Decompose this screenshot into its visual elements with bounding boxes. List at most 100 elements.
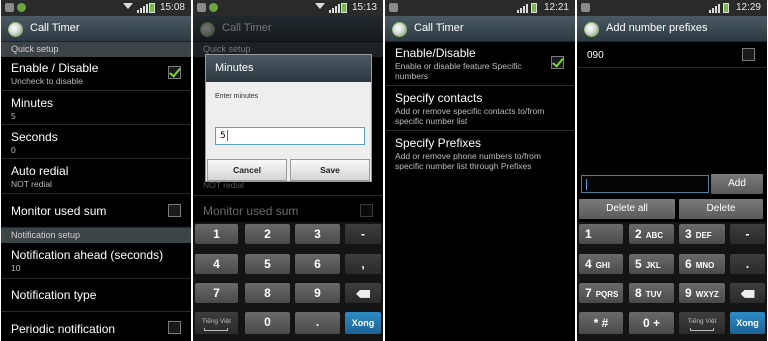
key-5[interactable]: 5 JKL <box>629 254 674 274</box>
battery-icon <box>723 3 729 13</box>
status-bar: 12:21 <box>385 0 575 16</box>
call-timer-app-icon <box>392 22 407 37</box>
key-2[interactable]: 2 <box>245 224 290 244</box>
key-digit: 7 <box>585 286 592 300</box>
call-timer-app-icon <box>200 22 215 37</box>
add-button[interactable]: Add <box>711 174 763 194</box>
dialog-title: Minutes <box>206 55 371 82</box>
key-0-plus[interactable]: 0 + <box>629 312 674 334</box>
key-digit: 6 <box>685 257 692 271</box>
setting-monitor-used-sum[interactable]: Monitor used sum <box>1 194 191 228</box>
battery-icon <box>531 3 537 13</box>
status-bar: 15:13 <box>193 0 383 16</box>
key-minus[interactable]: - <box>345 224 381 244</box>
key-0[interactable]: 0 <box>245 312 290 334</box>
setting-value: 0 <box>11 145 16 155</box>
app-title: Call Timer <box>414 22 464 34</box>
setting-enable-disable[interactable]: Enable/Disable Enable or disable feature… <box>385 42 575 86</box>
key-6[interactable]: 6 <box>295 254 340 274</box>
setting-notification-type[interactable]: Notification type <box>1 279 191 312</box>
status-bar: 15:08 <box>1 0 191 16</box>
setting-minutes[interactable]: Minutes 5 <box>1 91 191 125</box>
clock: 15:08 <box>159 2 185 13</box>
key-4[interactable]: 4 GHI <box>579 254 623 274</box>
done-key[interactable]: Xong <box>345 312 381 334</box>
key-comma[interactable]: , <box>345 254 381 274</box>
key-2[interactable]: 2 ABC <box>629 224 674 244</box>
key-3[interactable]: 3 DEF <box>679 224 725 244</box>
backspace-key[interactable] <box>730 283 765 303</box>
key-star-hash[interactable]: * # <box>579 312 623 334</box>
minutes-dialog-screen: 15:13 Call Timer Quick setup NOT redial … <box>193 0 383 341</box>
minutes-input[interactable]: 5 <box>215 127 365 145</box>
setting-notification-ahead[interactable]: Notification ahead (seconds) 10 <box>1 243 191 279</box>
delete-all-button[interactable]: Delete all <box>579 199 675 219</box>
setting-subtitle: Add or remove phone numbers to/from spec… <box>395 151 541 171</box>
dialog-label: Enter minutes <box>215 93 259 100</box>
setting-seconds[interactable]: Seconds 0 <box>1 125 191 159</box>
key-letters: TUV <box>645 290 662 299</box>
clock: 12:21 <box>543 2 569 13</box>
setting-value: 10 <box>11 263 21 273</box>
backspace-icon <box>740 289 755 298</box>
delete-button[interactable]: Delete <box>679 199 763 219</box>
call-timer-app-icon <box>8 22 23 37</box>
key-digit: 1 <box>585 227 592 241</box>
call-timer-app-icon <box>584 22 599 37</box>
setting-subtitle: Enable or disable feature Specific numbe… <box>395 61 522 81</box>
key-3[interactable]: 3 <box>295 224 340 244</box>
periodic-checkbox[interactable] <box>168 321 181 334</box>
monitor-checkbox[interactable] <box>168 204 181 217</box>
specific-numbers-screen: 12:21 Call Timer Enable/Disable Enable o… <box>385 0 575 341</box>
signal-icon <box>517 3 528 13</box>
setting-specify-prefixes[interactable]: Specify Prefixes Add or remove phone num… <box>385 131 575 179</box>
enable-checkbox[interactable] <box>551 56 564 69</box>
setting-auto-redial[interactable]: Auto redial NOT redial <box>1 159 191 194</box>
key-letters: PQRS <box>595 290 619 299</box>
key-minus[interactable]: - <box>730 224 765 244</box>
key-letters: JKL <box>645 261 661 270</box>
prefix-list-item[interactable]: 090 <box>577 42 767 68</box>
setting-value: NOT redial <box>11 179 52 189</box>
language-key[interactable]: Tiếng Việt <box>679 312 725 334</box>
key-5[interactable]: 5 <box>245 254 290 274</box>
enable-checkbox[interactable] <box>168 66 181 79</box>
setting-title: Minutes <box>11 96 54 110</box>
prefix-checkbox[interactable] <box>742 48 755 61</box>
key-8[interactable]: 8 <box>245 283 290 303</box>
app-title: Call Timer <box>222 22 272 34</box>
language-key[interactable]: Tiếng Việt <box>195 312 238 334</box>
gallery-notification-icon <box>197 3 206 12</box>
setting-enable-disable[interactable]: Enable / Disable Uncheck to disable <box>1 57 191 91</box>
key-period[interactable]: . <box>730 254 765 274</box>
battery-icon <box>341 3 347 13</box>
key-8[interactable]: 8 TUV <box>629 283 674 303</box>
wifi-icon <box>123 3 133 9</box>
cancel-button[interactable]: Cancel <box>207 159 287 181</box>
key-digit: . <box>745 257 750 271</box>
key-9[interactable]: 9 <box>295 283 340 303</box>
key-1[interactable]: 1 <box>195 224 238 244</box>
key-7[interactable]: 7 <box>195 283 238 303</box>
setting-periodic-notification[interactable]: Periodic notification <box>1 312 191 341</box>
key-digit: 2 <box>635 227 642 241</box>
key-7[interactable]: 7 PQRS <box>579 283 623 303</box>
setting-title: Auto redial <box>11 164 69 178</box>
setting-title: Monitor used sum <box>11 204 107 218</box>
setting-subtitle: Add or remove specific contacts to/from … <box>395 106 545 126</box>
key-digit: 5 <box>635 257 642 271</box>
key-9[interactable]: 9 WXYZ <box>679 283 725 303</box>
done-key[interactable]: Xong <box>730 312 765 334</box>
key-6[interactable]: 6 MNO <box>679 254 725 274</box>
backspace-key[interactable] <box>345 283 381 303</box>
language-label: Tiếng Việt <box>687 318 717 325</box>
key-4[interactable]: 4 <box>195 254 238 274</box>
setting-specify-contacts[interactable]: Specify contacts Add or remove specific … <box>385 86 575 131</box>
done-label: Xong <box>736 318 759 328</box>
app-notification-icon <box>209 3 218 12</box>
key-period[interactable]: . <box>295 312 340 334</box>
save-button[interactable]: Save <box>290 159 370 181</box>
prefix-input[interactable] <box>581 175 709 193</box>
section-header-notification-setup: Notification setup <box>1 228 191 243</box>
key-1[interactable]: 1 <box>579 224 623 244</box>
